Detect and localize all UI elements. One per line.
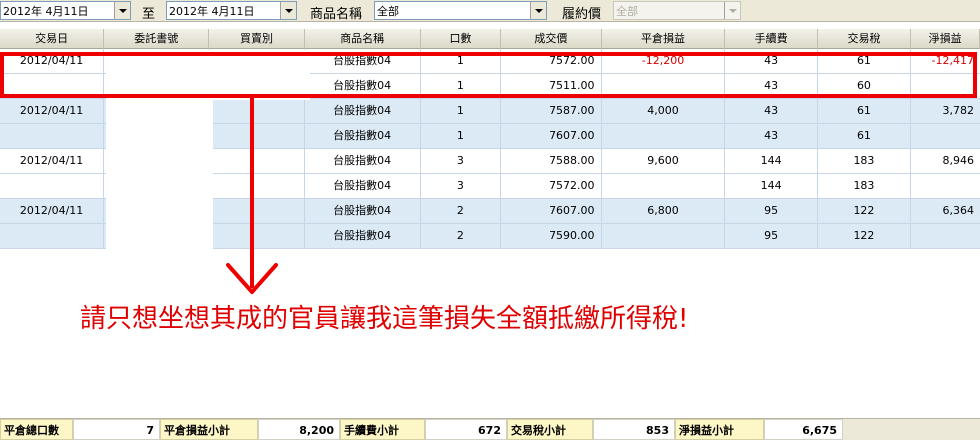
product-select[interactable]: 全部 [374, 1, 547, 20]
cell-side [209, 99, 305, 123]
cell-tax: 122 [818, 224, 912, 248]
cell-close-pnl [602, 124, 726, 148]
cell-date [0, 174, 105, 198]
cell-qty: 3 [421, 174, 502, 198]
net-pnl-subtotal-label: 淨損益小計 [675, 419, 764, 440]
cell-side [209, 224, 305, 248]
cell-price: 7587.00 [501, 99, 602, 123]
tax-subtotal-value: 853 [593, 419, 675, 440]
cell-price: 7588.00 [501, 149, 602, 173]
cell-close-pnl: 9,600 [602, 149, 726, 173]
col-header-side[interactable]: 買賣別 [209, 29, 305, 49]
chevron-down-icon[interactable] [530, 2, 546, 19]
col-header-product[interactable]: 商品名稱 [305, 29, 421, 49]
cell-date [0, 124, 105, 148]
date-to-value: 2012年 4月11日 [169, 5, 255, 18]
cell-fee: 43 [725, 99, 818, 123]
cell-tax: 61 [818, 124, 912, 148]
col-header-price[interactable]: 成交價 [501, 29, 602, 49]
cell-tax: 183 [818, 174, 912, 198]
close-pnl-subtotal-value: 8,200 [258, 419, 340, 440]
contract-price-select: 全部 [613, 1, 741, 20]
cell-product: 台股指數04 [305, 224, 421, 248]
cell-product: 台股指數04 [305, 149, 421, 173]
col-header-fee[interactable]: 手續費 [725, 29, 818, 49]
cell-price: 7572.00 [501, 174, 602, 198]
filter-bar: 2012年 4月11日 至 2012年 4月11日 商品名稱 全部 履約價 全部 [0, 0, 980, 22]
annotation-text: 請只想坐想其成的官員讓我這筆損失全額抵繳所得稅! [80, 304, 689, 334]
cell-net-pnl: 3,782 [942, 104, 975, 117]
tax-subtotal-label: 交易稅小計 [507, 419, 593, 440]
col-header-order-no[interactable]: 委託書號 [104, 29, 210, 49]
to-label: 至 [142, 7, 156, 22]
date-from-value: 2012年 4月11日 [3, 5, 89, 18]
contract-price-value: 全部 [616, 5, 638, 18]
summary-footer: 平倉總口數 7 平倉損益小計 8,200 手續費小計 672 交易稅小計 853… [0, 418, 980, 440]
cell-qty: 1 [421, 124, 502, 148]
cell-date [0, 224, 105, 248]
cell-date: 2012/04/11 [0, 199, 105, 223]
cell-close-pnl [602, 174, 726, 198]
cell-side [209, 174, 305, 198]
cell-net-pnl [911, 224, 980, 248]
net-pnl-subtotal-value: 6,675 [764, 419, 843, 440]
col-header-net-pnl[interactable]: 淨損益 [911, 29, 980, 49]
cell-fee: 95 [725, 224, 818, 248]
cell-fee: 43 [725, 124, 818, 148]
arrow-shaft [250, 98, 254, 288]
cell-qty: 2 [421, 224, 502, 248]
cell-product: 台股指數04 [305, 124, 421, 148]
cell-tax: 122 [818, 199, 912, 223]
fee-subtotal-value: 672 [425, 419, 507, 440]
cell-date: 2012/04/11 [0, 99, 105, 123]
date-from-select[interactable]: 2012年 4月11日 [0, 1, 131, 20]
cell-price: 7607.00 [501, 124, 602, 148]
cell-close-pnl [602, 224, 726, 248]
cell-product: 台股指數04 [305, 99, 421, 123]
cell-close-pnl: 6,800 [602, 199, 726, 223]
chevron-down-icon[interactable] [114, 2, 130, 19]
cell-qty: 3 [421, 149, 502, 173]
date-to-select[interactable]: 2012年 4月11日 [166, 1, 297, 20]
product-label: 商品名稱 [310, 7, 363, 22]
col-header-qty[interactable]: 口數 [421, 29, 502, 49]
cell-net-pnl [911, 174, 980, 198]
chevron-down-icon [724, 2, 740, 19]
cell-fee: 95 [725, 199, 818, 223]
col-header-close-pnl[interactable]: 平倉損益 [602, 29, 726, 49]
product-value: 全部 [377, 5, 399, 18]
cell-product: 台股指數04 [305, 199, 421, 223]
cell-fee: 144 [725, 174, 818, 198]
cell-price: 7590.00 [501, 224, 602, 248]
highlight-box [0, 52, 977, 98]
cell-product: 台股指數04 [305, 174, 421, 198]
cell-fee: 144 [725, 149, 818, 173]
close-pnl-subtotal-label: 平倉損益小計 [160, 419, 258, 440]
cell-side [209, 124, 305, 148]
col-header-trade-date[interactable]: 交易日 [0, 29, 105, 49]
cell-side [209, 149, 305, 173]
total-qty-label: 平倉總口數 [0, 419, 73, 440]
contract-price-label: 履約價 [562, 7, 602, 22]
cell-close-pnl: 4,000 [602, 99, 726, 123]
cell-side [209, 199, 305, 223]
cell-net-pnl: 8,946 [942, 154, 975, 167]
footer-filler [843, 419, 980, 440]
arrow-down-icon [226, 263, 278, 294]
fee-subtotal-label: 手續費小計 [340, 419, 425, 440]
total-qty-value: 7 [73, 419, 160, 440]
cell-price: 7607.00 [501, 199, 602, 223]
cell-date: 2012/04/11 [0, 149, 105, 173]
cell-qty: 2 [421, 199, 502, 223]
cell-tax: 61 [818, 99, 912, 123]
cell-tax: 183 [818, 149, 912, 173]
col-header-tax[interactable]: 交易稅 [818, 29, 912, 49]
grid-header: 交易日 委託書號 買賣別 商品名稱 口數 成交價 平倉損益 手續費 交易稅 淨損… [0, 29, 980, 49]
cell-qty: 1 [421, 99, 502, 123]
cell-net-pnl: 6,364 [942, 204, 975, 217]
cell-net-pnl [911, 124, 980, 148]
chevron-down-icon[interactable] [280, 2, 296, 19]
